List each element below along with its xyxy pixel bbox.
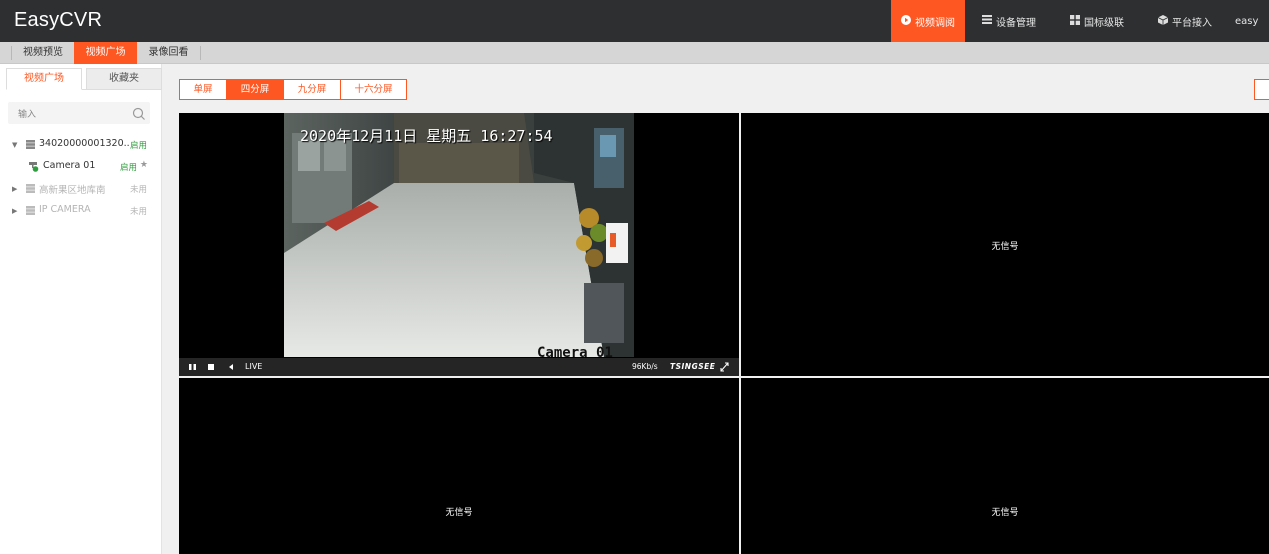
split-sixteen-button[interactable]: 十六分屏 (340, 79, 407, 100)
tab-video-plaza[interactable]: 视频广场 (74, 42, 137, 64)
video-camera-label: Camera 01 (537, 345, 613, 357)
caret-right-icon[interactable]: ▶ (12, 185, 17, 193)
video-timestamp: 2020年12月11日 星期五 16:27:54 (300, 127, 553, 145)
server-icon (26, 140, 35, 149)
grid-icon (1070, 14, 1080, 28)
search-input[interactable] (8, 104, 126, 126)
main-content: 单屏 四分屏 九分屏 十六分屏 2020年12月11日 星期五 16:27:54… (163, 64, 1269, 554)
video-cell[interactable]: 无信号 (741, 378, 1269, 554)
status-badge: 未用 (129, 185, 147, 195)
device-tree: ▼ 34020000001320... 启用 Camera 01 启用 ★ ▶ … (0, 134, 160, 222)
nav-label: 视频调阅 (915, 17, 955, 29)
sidebar: 视频广场 收藏夹 ▼ 34020000001320... 启用 Camera 0… (0, 64, 162, 554)
sidebar-tab-video-plaza[interactable]: 视频广场 (6, 68, 82, 90)
search-icon[interactable] (132, 106, 146, 120)
caret-down-icon[interactable]: ▼ (12, 141, 17, 149)
video-cell[interactable]: 2020年12月11日 星期五 16:27:54 Camera 01 LIVE … (179, 113, 739, 376)
nav-video-view[interactable]: 视频调阅 (891, 0, 965, 42)
nav-label: easy (1235, 15, 1259, 27)
search-box (8, 102, 150, 126)
status-badge: 未用 (129, 207, 147, 217)
nav-gb-cascade[interactable]: 国标级联 (1053, 0, 1141, 42)
main-nav: 视频调阅 设备管理 国标级联 平台接入 easy (891, 0, 1269, 42)
no-signal-label: 无信号 (991, 508, 1019, 518)
status-badge: 启用 (129, 141, 147, 151)
server-icon (26, 184, 35, 193)
player-control-bar: LIVE 96Kb/s TSINGSEE (179, 358, 739, 376)
no-signal-label: 无信号 (991, 242, 1019, 252)
pause-icon[interactable] (189, 358, 197, 376)
no-signal-label: 无信号 (445, 508, 473, 518)
bitrate-label: 96Kb/s (632, 362, 658, 371)
list-icon (982, 15, 992, 27)
split-nine-button[interactable]: 九分屏 (283, 79, 341, 100)
top-navbar: EasyCVR 视频调阅 设备管理 国标级联 平台接入 easy (0, 0, 1269, 42)
nav-label: 国标级联 (1084, 17, 1124, 29)
tree-node-channel[interactable]: Camera 01 启用 ★ (0, 156, 160, 178)
tree-node-label: 高新果区地库南 (39, 185, 106, 196)
nav-device-management[interactable]: 设备管理 (965, 0, 1053, 42)
video-frame: 2020年12月11日 星期五 16:27:54 Camera 01 (284, 113, 634, 357)
split-selector: 单屏 四分屏 九分屏 十六分屏 (179, 79, 407, 100)
cube-icon (1157, 14, 1169, 28)
camera-online-icon (29, 162, 40, 172)
video-cell[interactable]: 无信号 (741, 113, 1269, 376)
video-grid: 2020年12月11日 星期五 16:27:54 Camera 01 LIVE … (179, 113, 1269, 554)
video-cell[interactable]: 无信号 (179, 378, 739, 554)
nav-label: 平台接入 (1172, 17, 1212, 29)
player-brand: TSINGSEE (670, 362, 716, 371)
split-four-button[interactable]: 四分屏 (226, 79, 284, 100)
tab-divider (200, 46, 201, 60)
tab-recording-playback[interactable]: 录像回看 (137, 42, 200, 64)
stop-icon[interactable] (208, 358, 216, 376)
tree-node-label: IP CAMERA (39, 204, 91, 215)
camera-scene-image (284, 113, 634, 357)
tree-node-device[interactable]: ▶ IP CAMERA 未用 (0, 200, 160, 222)
nav-platform-access[interactable]: 平台接入 (1141, 0, 1229, 42)
tree-node-device[interactable]: ▶ 高新果区地库南 未用 (0, 178, 160, 200)
nav-user[interactable]: easy (1229, 0, 1269, 42)
star-icon[interactable]: ★ (140, 160, 148, 170)
split-single-button[interactable]: 单屏 (179, 79, 227, 100)
status-badge: 启用 (119, 163, 137, 173)
sidebar-tab-favorites[interactable]: 收藏夹 (86, 68, 162, 90)
server-icon (26, 206, 35, 215)
toolbar-right-button[interactable] (1254, 79, 1269, 100)
play-circle-icon (901, 14, 911, 28)
live-label: LIVE (245, 362, 263, 371)
app-logo: EasyCVR (14, 9, 103, 31)
page-tab-bar: 视频预览 视频广场 录像回看 (0, 42, 1269, 64)
sidebar-tabs: 视频广场 收藏夹 (6, 68, 162, 90)
caret-right-icon[interactable]: ▶ (12, 207, 17, 215)
tree-node-label: 34020000001320... (39, 138, 129, 149)
tab-video-preview[interactable]: 视频预览 (12, 42, 74, 64)
tree-node-device[interactable]: ▼ 34020000001320... 启用 (0, 134, 160, 156)
volume-icon[interactable] (228, 358, 236, 376)
nav-label: 设备管理 (996, 17, 1036, 29)
fullscreen-icon[interactable] (720, 358, 729, 376)
